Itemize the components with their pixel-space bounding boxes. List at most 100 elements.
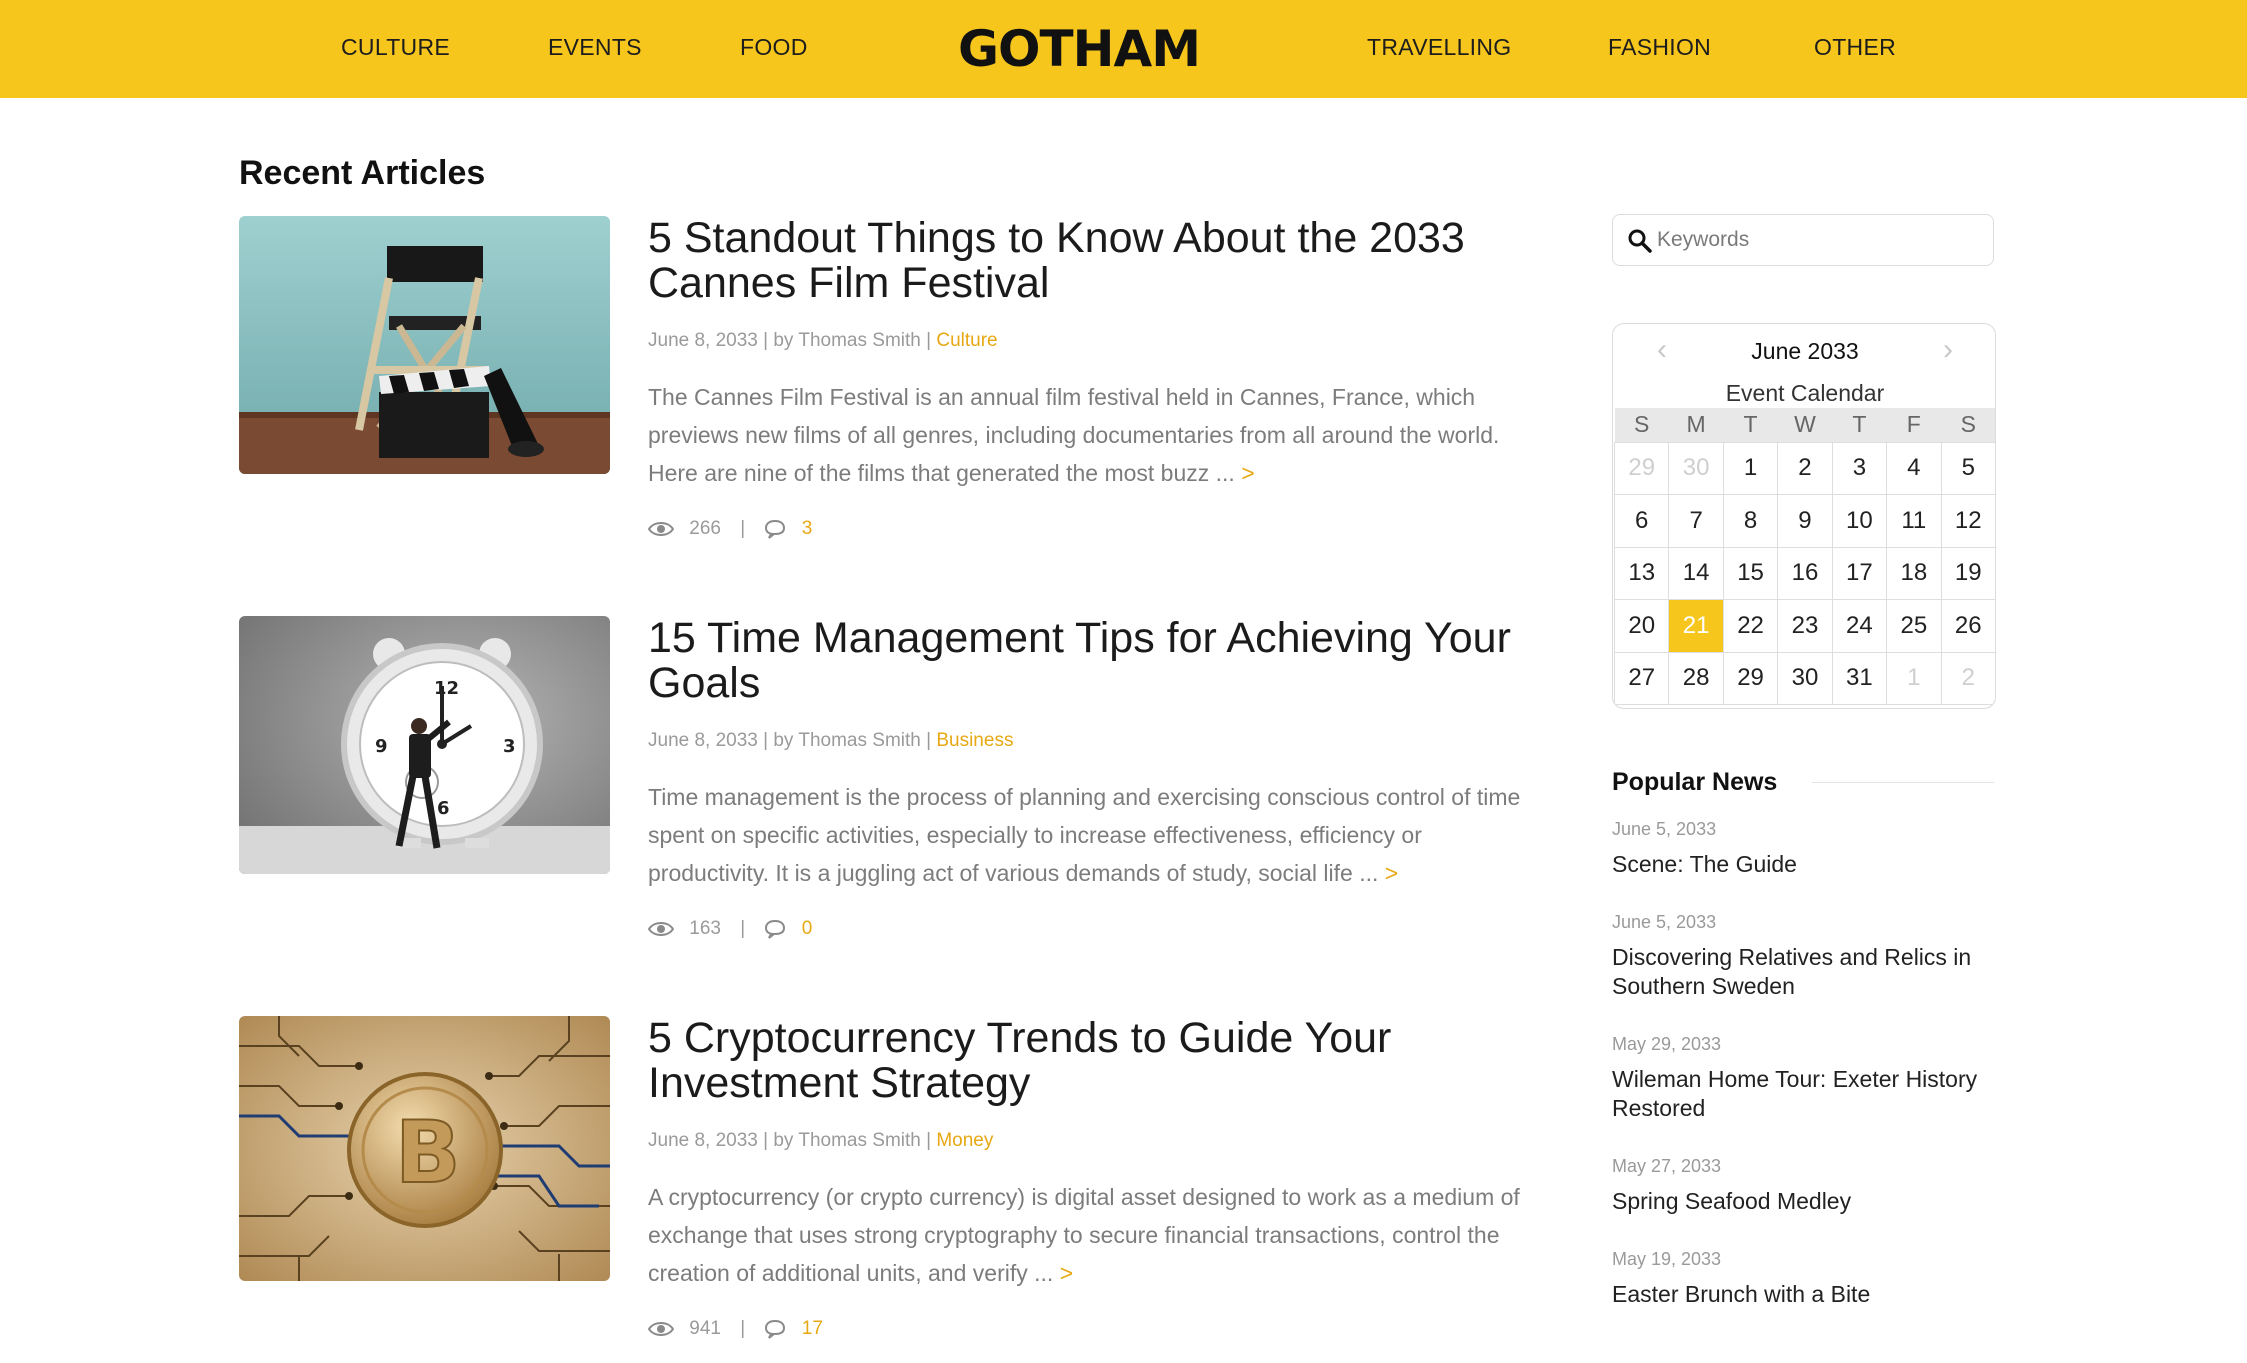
read-more-link[interactable]: > bbox=[1241, 460, 1254, 486]
calendar-day[interactable]: 18 bbox=[1886, 546, 1942, 600]
weekday-label: S bbox=[1614, 408, 1669, 442]
svg-text:9: 9 bbox=[375, 736, 388, 757]
svg-text:12: 12 bbox=[434, 678, 459, 699]
calendar-day[interactable]: 5 bbox=[1940, 441, 1995, 495]
view-count: 266 bbox=[689, 518, 721, 539]
nav-item-travelling[interactable]: TRAVELLING bbox=[1367, 0, 1511, 98]
article-card: B 5 Cryptocurrency Trends to Guide Your … bbox=[239, 1016, 1520, 1356]
article-excerpt: Time management is the process of planni… bbox=[648, 778, 1528, 892]
calendar-day[interactable]: 9 bbox=[1777, 494, 1833, 548]
calendar-day[interactable]: 29 bbox=[1722, 651, 1779, 705]
calendar-day[interactable]: 1 bbox=[1886, 651, 1942, 705]
article-thumbnail[interactable]: 12 3 6 9 bbox=[239, 616, 610, 874]
calendar-day[interactable]: 8 bbox=[1722, 494, 1779, 548]
news-title-link[interactable]: Easter Brunch with a Bite bbox=[1612, 1280, 1996, 1309]
article-category-link[interactable]: Culture bbox=[936, 330, 997, 351]
search-box bbox=[1612, 214, 1994, 266]
calendar-day[interactable]: 14 bbox=[1668, 546, 1724, 600]
article-thumbnail[interactable]: B bbox=[239, 1016, 610, 1281]
top-navigation-bar: CULTURE EVENTS FOOD GOTHAM TRAVELLING FA… bbox=[0, 0, 2247, 98]
article-meta: June 8, 2033 | by Thomas Smith | Culture bbox=[648, 330, 998, 352]
article-title[interactable]: 15 Time Management Tips for Achieving Yo… bbox=[648, 616, 1518, 706]
news-title-link[interactable]: Spring Seafood Medley bbox=[1612, 1187, 1996, 1216]
nav-item-food[interactable]: FOOD bbox=[740, 0, 808, 98]
comment-count[interactable]: 0 bbox=[802, 918, 813, 940]
article-excerpt: A cryptocurrency (or crypto currency) is… bbox=[648, 1178, 1528, 1292]
calendar-day[interactable]: 30 bbox=[1668, 441, 1724, 495]
calendar-day[interactable]: 27 bbox=[1613, 651, 1670, 705]
calendar-day[interactable]: 4 bbox=[1886, 441, 1942, 495]
calendar-day[interactable]: 24 bbox=[1831, 599, 1888, 653]
eye-icon bbox=[648, 1322, 674, 1336]
calendar-day[interactable]: 10 bbox=[1831, 494, 1888, 548]
calendar-day[interactable]: 28 bbox=[1668, 651, 1724, 705]
site-logo[interactable]: GOTHAM bbox=[958, 14, 1201, 84]
calendar-day[interactable]: 6 bbox=[1613, 494, 1670, 548]
calendar-week-row: 20 21 22 23 24 25 26 bbox=[1613, 599, 1995, 653]
calendar-day[interactable]: 11 bbox=[1886, 494, 1942, 548]
comment-icon bbox=[765, 920, 786, 939]
popular-news-item: June 5, 2033 Discovering Relatives and R… bbox=[1612, 911, 1996, 1001]
calendar-day[interactable]: 29 bbox=[1613, 441, 1670, 495]
news-date: May 29, 2033 bbox=[1612, 1034, 1722, 1054]
calendar-day[interactable]: 15 bbox=[1722, 546, 1779, 600]
calendar-day[interactable]: 12 bbox=[1940, 494, 1995, 548]
calendar-day[interactable]: 19 bbox=[1940, 546, 1995, 600]
chevron-right-icon[interactable]: › bbox=[1933, 335, 1963, 366]
article-meta: June 8, 2033 | by Thomas Smith | Busines… bbox=[648, 730, 1013, 752]
comment-count[interactable]: 3 bbox=[802, 518, 813, 540]
stat-separator: | bbox=[740, 518, 746, 539]
article-excerpt: The Cannes Film Festival is an annual fi… bbox=[648, 378, 1528, 492]
calendar-day[interactable]: 23 bbox=[1777, 599, 1833, 653]
nav-item-events[interactable]: EVENTS bbox=[548, 0, 642, 98]
calendar-day[interactable]: 13 bbox=[1613, 546, 1670, 600]
popular-news-heading: Popular News bbox=[1612, 768, 1778, 796]
article-title[interactable]: 5 Cryptocurrency Trends to Guide Your In… bbox=[648, 1016, 1518, 1106]
calendar-week-row: 6 7 8 9 10 11 12 bbox=[1613, 494, 1995, 548]
news-title-link[interactable]: Discovering Relatives and Relics in Sout… bbox=[1612, 943, 1996, 1001]
read-more-link[interactable]: > bbox=[1385, 860, 1398, 886]
recent-articles-heading: Recent Articles bbox=[239, 154, 486, 192]
calendar-day[interactable]: 16 bbox=[1777, 546, 1833, 600]
nav-item-fashion[interactable]: FASHION bbox=[1608, 0, 1711, 98]
calendar-day[interactable]: 26 bbox=[1940, 599, 1995, 653]
calendar-day[interactable]: 31 bbox=[1831, 651, 1888, 705]
calendar-day[interactable]: 2 bbox=[1940, 651, 1995, 705]
calendar-day[interactable]: 20 bbox=[1613, 599, 1670, 653]
bitcoin-circuit-image: B bbox=[239, 1016, 610, 1281]
search-input[interactable] bbox=[1657, 223, 1977, 257]
comment-count[interactable]: 17 bbox=[802, 1318, 823, 1340]
calendar-day[interactable]: 22 bbox=[1722, 599, 1779, 653]
comment-icon bbox=[765, 1320, 786, 1339]
calendar-day[interactable]: 30 bbox=[1777, 651, 1833, 705]
nav-item-other[interactable]: OTHER bbox=[1814, 0, 1896, 98]
article-category-link[interactable]: Money bbox=[936, 1130, 993, 1151]
calendar-day[interactable]: 7 bbox=[1668, 494, 1724, 548]
eye-icon bbox=[648, 522, 674, 536]
chevron-left-icon[interactable]: ‹ bbox=[1647, 335, 1677, 366]
nav-item-culture[interactable]: CULTURE bbox=[341, 0, 450, 98]
calendar-day[interactable]: 17 bbox=[1831, 546, 1888, 600]
news-date: June 5, 2033 bbox=[1612, 819, 1717, 839]
calendar-day[interactable]: 3 bbox=[1831, 441, 1888, 495]
weekday-label: S bbox=[1941, 408, 1995, 442]
svg-text:B: B bbox=[395, 1103, 461, 1203]
article-thumbnail[interactable] bbox=[239, 216, 610, 474]
article-title[interactable]: 5 Standout Things to Know About the 2033… bbox=[648, 216, 1518, 306]
calendar-day[interactable]: 25 bbox=[1886, 599, 1942, 653]
alarm-clock-image: 12 3 6 9 bbox=[239, 616, 610, 874]
calendar-day-today[interactable]: 21 bbox=[1668, 599, 1724, 653]
event-calendar: June 2033 ‹ › Event Calendar S M T W T F… bbox=[1612, 323, 1996, 709]
weekday-label: T bbox=[1832, 408, 1887, 442]
news-title-link[interactable]: Scene: The Guide bbox=[1612, 850, 1996, 879]
calendar-day[interactable]: 1 bbox=[1722, 441, 1779, 495]
divider bbox=[1812, 782, 1994, 783]
news-title-link[interactable]: Wileman Home Tour: Exeter History Restor… bbox=[1612, 1065, 1996, 1123]
article-stats: 941 | 17 bbox=[648, 1318, 823, 1342]
article-category-link[interactable]: Business bbox=[936, 730, 1013, 751]
calendar-day[interactable]: 2 bbox=[1777, 441, 1833, 495]
article-excerpt-text: A cryptocurrency (or crypto currency) is… bbox=[648, 1184, 1520, 1286]
calendar-week-row: 13 14 15 16 17 18 19 bbox=[1613, 546, 1995, 600]
read-more-link[interactable]: > bbox=[1060, 1260, 1073, 1286]
news-date: May 27, 2033 bbox=[1612, 1156, 1722, 1176]
